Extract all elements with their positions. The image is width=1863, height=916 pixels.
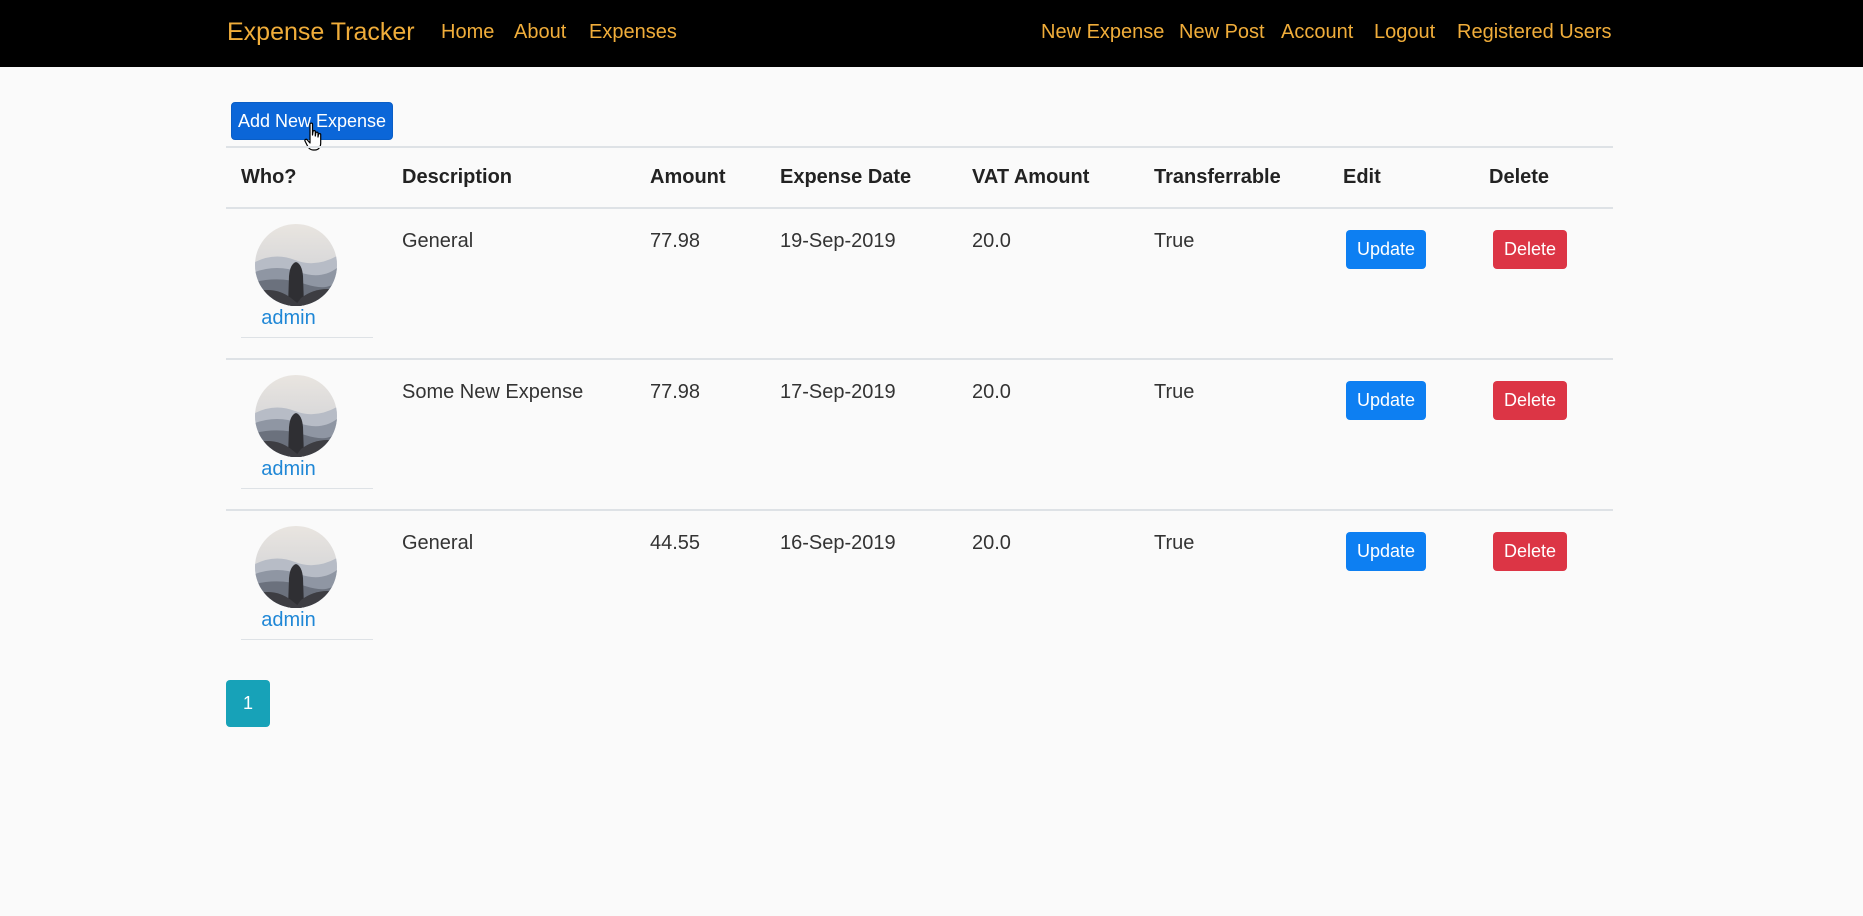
- header-expense-date: Expense Date: [780, 166, 912, 188]
- table-row: admin General 77.98 19-Sep-2019 20.0 Tru…: [226, 209, 1613, 359]
- header-who: Who?: [241, 166, 297, 188]
- avatar[interactable]: [255, 375, 337, 457]
- transferrable-cell: True: [1154, 230, 1195, 252]
- header-vat-amount: VAT Amount: [972, 166, 1090, 188]
- header-edit: Edit: [1343, 166, 1381, 188]
- delete-button[interactable]: Delete: [1493, 532, 1567, 571]
- delete-button[interactable]: Delete: [1493, 381, 1567, 420]
- delete-button[interactable]: Delete: [1493, 230, 1567, 269]
- update-button[interactable]: Update: [1346, 532, 1426, 571]
- description-cell: Some New Expense: [402, 381, 584, 403]
- amount-cell: 77.98: [650, 230, 701, 252]
- description-cell: General: [402, 532, 474, 554]
- table-row: admin General 44.55 16-Sep-2019 20.0 Tru…: [226, 511, 1613, 661]
- brand-link[interactable]: Expense Tracker: [227, 18, 415, 47]
- nav-home[interactable]: Home: [441, 21, 494, 44]
- user-link[interactable]: admin: [241, 609, 336, 632]
- user-divider: [241, 488, 373, 489]
- top-navbar: Expense Tracker Home About Expenses New …: [0, 0, 1863, 67]
- vat-amount-cell: 20.0: [972, 381, 1011, 403]
- user-divider: [241, 337, 373, 338]
- expense-date-cell: 16-Sep-2019: [780, 532, 896, 554]
- nav-new-post[interactable]: New Post: [1179, 21, 1265, 44]
- nav-about[interactable]: About: [514, 21, 566, 44]
- pagination-page-button[interactable]: 1: [226, 680, 270, 727]
- avatar[interactable]: [255, 224, 337, 306]
- header-amount: Amount: [650, 166, 726, 188]
- nav-registered-users[interactable]: Registered Users: [1457, 21, 1612, 44]
- nav-account[interactable]: Account: [1281, 21, 1353, 44]
- vat-amount-cell: 20.0: [972, 532, 1011, 554]
- transferrable-cell: True: [1154, 532, 1195, 554]
- user-link[interactable]: admin: [241, 307, 336, 330]
- description-cell: General: [402, 230, 474, 252]
- nav-new-expense[interactable]: New Expense: [1041, 21, 1164, 44]
- expense-date-cell: 17-Sep-2019: [780, 381, 896, 403]
- expense-date-cell: 19-Sep-2019: [780, 230, 896, 252]
- amount-cell: 77.98: [650, 381, 701, 403]
- vat-amount-cell: 20.0: [972, 230, 1011, 252]
- transferrable-cell: True: [1154, 381, 1195, 403]
- update-button[interactable]: Update: [1346, 230, 1426, 269]
- update-button[interactable]: Update: [1346, 381, 1426, 420]
- user-link[interactable]: admin: [241, 458, 336, 481]
- header-delete: Delete: [1489, 166, 1550, 188]
- avatar[interactable]: [255, 526, 337, 608]
- amount-cell: 44.55: [650, 532, 701, 554]
- header-description: Description: [402, 166, 513, 188]
- user-divider: [241, 639, 373, 640]
- nav-logout[interactable]: Logout: [1374, 21, 1435, 44]
- header-transferrable: Transferrable: [1154, 166, 1281, 188]
- table-top-border: [226, 146, 1613, 148]
- nav-expenses[interactable]: Expenses: [589, 21, 677, 44]
- table-row: admin Some New Expense 77.98 17-Sep-2019…: [226, 360, 1613, 510]
